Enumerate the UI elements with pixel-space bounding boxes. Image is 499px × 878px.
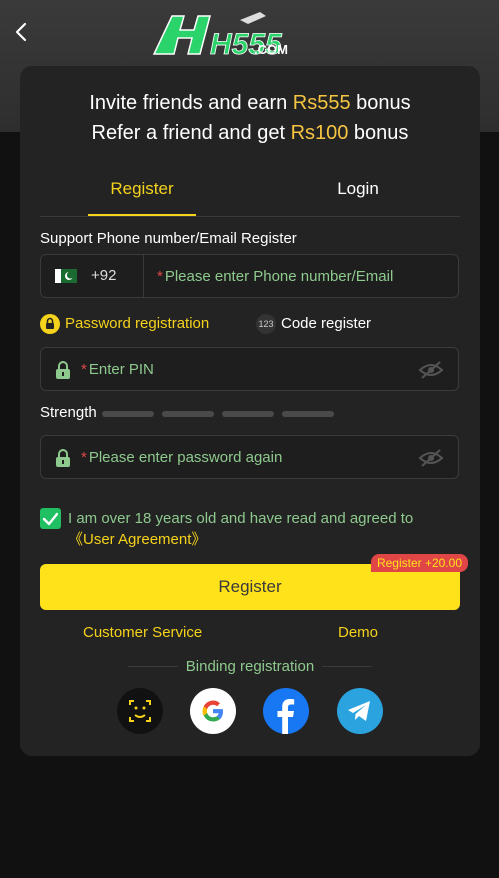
country-code[interactable]: +92: [91, 267, 116, 284]
password-registration-option[interactable]: Password registration: [40, 314, 209, 334]
telegram-icon: [348, 701, 370, 721]
pakistan-flag-icon: [55, 269, 77, 283]
tab-login[interactable]: Login: [306, 170, 410, 216]
code-123-icon: 123: [256, 314, 276, 334]
facebook-button[interactable]: [263, 688, 309, 734]
invite-line-2: Refer a friend and get Rs100 bonus: [91, 122, 409, 144]
eye-off-icon[interactable]: [418, 448, 444, 468]
pin-field[interactable]: * Enter PIN: [40, 347, 459, 391]
customer-service-link[interactable]: Customer Service: [83, 624, 202, 641]
google-icon: [202, 700, 223, 722]
confirm-password-field[interactable]: * Please enter password again: [40, 435, 459, 479]
phone-input[interactable]: * Please enter Phone number/Email: [157, 268, 393, 285]
telegram-button[interactable]: [337, 688, 383, 734]
register-button[interactable]: Register Register +20.00: [40, 554, 468, 610]
strength-bar: [222, 411, 274, 417]
strength-label: Strength: [40, 404, 97, 421]
strength-bar: [102, 411, 154, 417]
user-agreement-link[interactable]: 《User Agreement》: [68, 531, 206, 548]
strength-bar: [282, 411, 334, 417]
google-button[interactable]: [190, 688, 236, 734]
invite-amount-2: Rs100: [290, 122, 349, 144]
invite-line-1: Invite friends and earn Rs555 bonus: [89, 92, 411, 114]
confirm-password-input[interactable]: * Please enter password again: [81, 449, 282, 466]
invite-amount-1: Rs555: [292, 92, 351, 114]
register-bonus-badge: Register +20.00: [370, 554, 468, 572]
strength-bar: [162, 411, 214, 417]
pin-input[interactable]: * Enter PIN: [81, 361, 154, 378]
lock-icon: [40, 314, 60, 334]
logo-suffix: .COM: [254, 42, 288, 57]
face-id-button[interactable]: [117, 688, 163, 734]
logo: H555 .COM: [150, 8, 290, 61]
agreement-checkbox[interactable]: [40, 508, 61, 529]
demo-link[interactable]: Demo: [338, 624, 378, 641]
divider: [143, 255, 144, 297]
agreement-text: I am over 18 years old and have read and…: [68, 510, 414, 548]
auth-tabs: Register Login: [40, 170, 460, 217]
check-icon: [42, 512, 59, 526]
code-register-option[interactable]: 123 Code register: [256, 314, 371, 334]
binding-registration-label: Binding registration: [185, 658, 315, 675]
register-card: Invite friends and earn Rs555 bonus Refe…: [20, 66, 480, 756]
lock-icon: [56, 449, 70, 467]
face-id-icon: [129, 700, 151, 722]
eye-off-icon[interactable]: [418, 360, 444, 380]
facebook-icon: [277, 699, 295, 734]
back-arrow-icon[interactable]: [12, 20, 32, 44]
lock-icon: [56, 361, 70, 379]
tab-register[interactable]: Register: [88, 170, 196, 216]
phone-field[interactable]: +92 * Please enter Phone number/Email: [40, 254, 459, 298]
phone-label: Support Phone number/Email Register: [40, 230, 297, 247]
